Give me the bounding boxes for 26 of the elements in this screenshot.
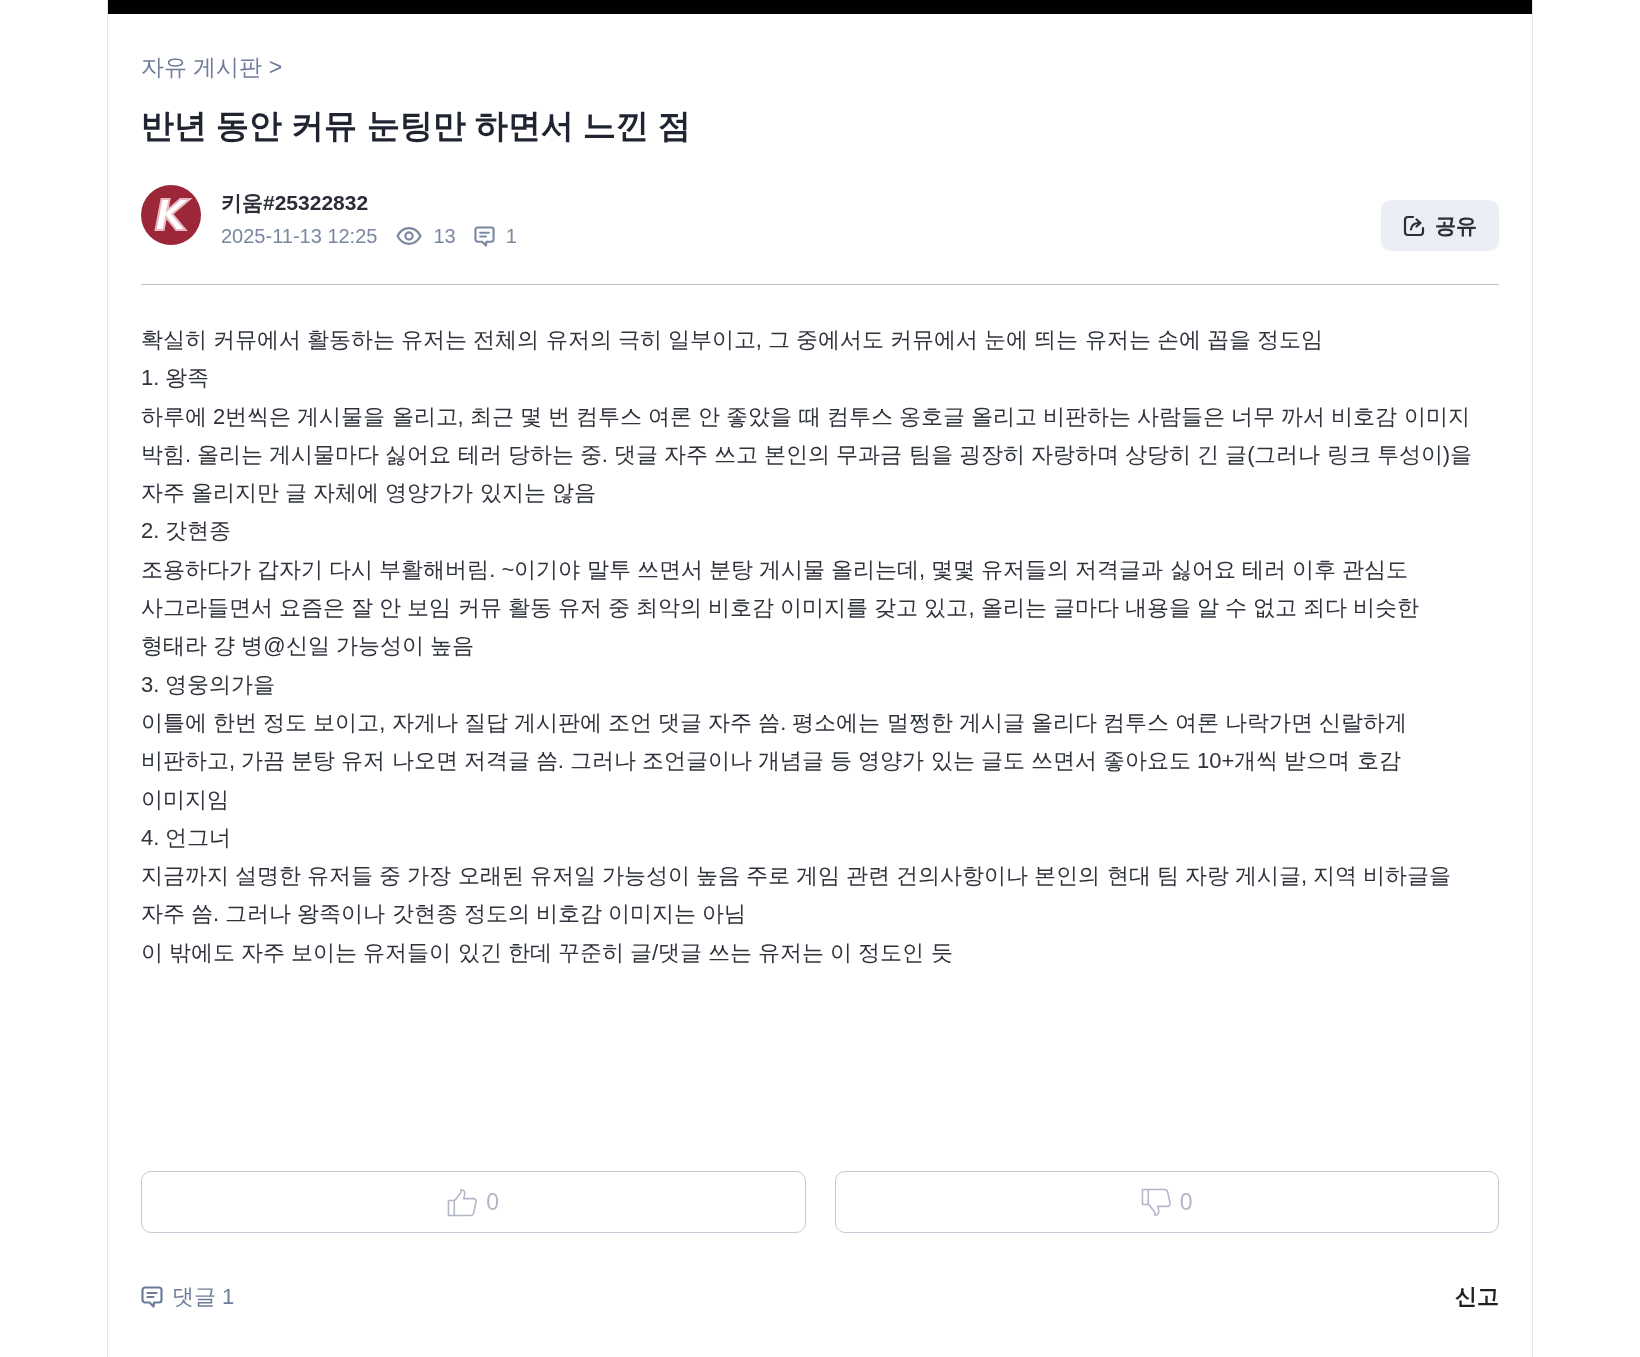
share-button[interactable]: 공유 bbox=[1381, 200, 1499, 251]
post-paragraph: 2. 갓현종 bbox=[141, 517, 233, 546]
comment-icon bbox=[473, 225, 495, 247]
share-icon bbox=[1403, 214, 1425, 237]
thumbs-down-icon bbox=[1140, 1187, 1172, 1217]
post-paragraph: 이 밖에도 자주 보이는 유저들이 있긴 한데 꾸준히 글/댓글 쓰는 유저는 이 정도인 듯 bbox=[141, 938, 954, 967]
post-paragraph: 조용하다가 갑자기 다시 부활해버림. ~이기야 말투 쓰면서 분탕 게시물 올리는데, 몇몇 유저들의 저격글과 싫어요 테러 이후 관심도 사그라들면서 요즘은 잘 안 보임 커뮤 활동 유저 중 최악의 비호감 이미지를 갖고 있고, 올리는 글마다 내용을 알 수 없고 죄다 비슷한 형태라 걍 병@신일 가능성이 높음 bbox=[141, 555, 1421, 661]
report-button[interactable]: 신고 bbox=[1455, 1282, 1499, 1312]
post-title: 반년 동안 커뮤 눈팅만 하면서 느낀 점 bbox=[141, 106, 692, 146]
breadcrumb-link[interactable]: 자유 게시판 > bbox=[141, 51, 283, 83]
comment-count: 1 bbox=[505, 224, 517, 248]
comment-icon bbox=[141, 1286, 163, 1308]
post-paragraph: 이틀에 한번 정도 보이고, 자게나 질답 게시판에 조언 댓글 자주 씀. 평소에는 멀쩡한 게시글 올리다 컴투스 여론 나락가면 신랄하게 비판하고, 가끔 분탕 유저 나오면 저격글 씀. 그러나 조언글이나 개념글 등 영양가 있는 글도 쓰면서 좋아요도 10+개씩 받으며 호감 이미지임 bbox=[141, 708, 1409, 814]
post-paragraph: 1. 왕족 bbox=[141, 364, 211, 393]
post-paragraph: 3. 영웅의가을 bbox=[141, 670, 277, 699]
post-paragraph: 하루에 2번씩은 게시물을 올리고, 최근 몇 번 컴투스 여론 안 좋았을 때 컴투스 옹호글 올리고 비판하는 사람들은 너무 까서 비호감 이미지 박힘. 올리는 게시물마다 싫어요 테러 당하는 중. 댓글 자주 쓰고 본인의 무과금 팀을 굉장히 자랑하며 상당히 긴 글(그러나 링크 투성이)을 자주 올리지만 글 자체에 영양가가 있지는 않음 bbox=[141, 402, 1473, 508]
eye-icon bbox=[396, 227, 423, 245]
avatar-logo: K bbox=[141, 185, 201, 245]
post-paragraph: 4. 언그너 bbox=[141, 823, 233, 852]
view-count: 13 bbox=[433, 224, 456, 248]
post-date: 2025-11-13 12:25 bbox=[221, 224, 378, 248]
thumbs-up-icon bbox=[447, 1187, 479, 1217]
post-paragraph: 확실히 커뮤에서 활동하는 유저는 전체의 유저의 극히 일부이고, 그 중에서도 커뮤에서 눈에 띄는 유저는 손에 꼽을 정도임 bbox=[141, 326, 1324, 354]
comments-link[interactable]: 댓글 1 bbox=[141, 1282, 235, 1312]
post-paragraph: 지금까지 설명한 유저들 중 가장 오래된 유저일 가능성이 높음 주로 게임 관련 건의사항이나 본인의 현대 팀 자랑 게시글, 지역 비하글을 자주 씀. 그러나 왕족이나 갓현종 정도의 비호감 이미지는 아님 bbox=[141, 862, 1453, 929]
author-name: 키움#25322832 bbox=[221, 190, 369, 216]
